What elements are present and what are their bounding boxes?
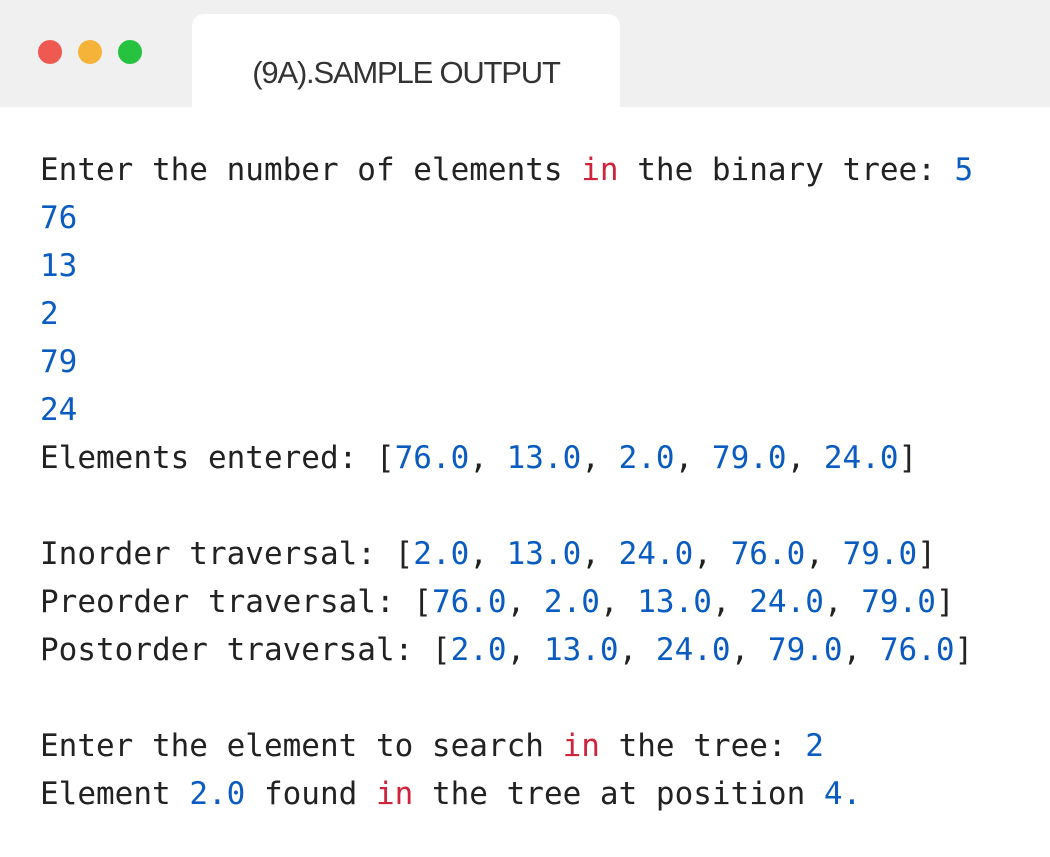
console-number: 76.0 (879, 632, 955, 668)
console-line: Enter the element to search in the tree:… (40, 722, 1030, 770)
console-number: 2.0 (450, 632, 507, 668)
console-number: 76 (40, 200, 78, 236)
console-text: Elements entered: [ (40, 440, 395, 476)
console-number: 13.0 (637, 584, 712, 620)
console-text: , (823, 584, 862, 620)
console-number: 24 (40, 392, 78, 428)
close-window-button[interactable] (38, 40, 62, 64)
console-text: Preorder traversal: [ (40, 584, 432, 620)
console-number: 79.0 (842, 536, 918, 572)
console-output: Enter the number of elements in the bina… (40, 146, 1030, 818)
console-keyword: in (562, 728, 600, 764)
console-text: , (711, 584, 750, 620)
console-text: Element (40, 776, 190, 812)
console-keyword: in (375, 776, 414, 812)
tab-sample-output[interactable]: (9A).SAMPLE OUTPUT (192, 14, 620, 107)
console-text: ] (954, 632, 974, 668)
maximize-window-button[interactable] (118, 40, 142, 64)
console-number: 76.0 (394, 440, 470, 476)
console-number: 76.0 (730, 536, 806, 572)
console-text: found (245, 776, 376, 812)
console-number: 79 (40, 344, 78, 380)
console-number: 79.0 (711, 440, 787, 476)
title-bar: (9A).SAMPLE OUTPUT (0, 0, 1050, 107)
console-number: 13 (40, 248, 78, 284)
tab-label: (9A).SAMPLE OUTPUT (252, 55, 561, 90)
console-text: Enter the element to search (40, 728, 563, 764)
console-line: 13 (40, 242, 1030, 290)
console-number: 2.0 (413, 536, 470, 572)
console-keyword: in (581, 152, 619, 188)
console-text: the tree: (599, 728, 806, 764)
console-number: 79.0 (861, 584, 936, 620)
console-number: 5 (954, 152, 974, 188)
console-line: 76 (40, 194, 1030, 242)
console-text: the tree at position (413, 776, 824, 812)
console-text: , (842, 632, 880, 668)
console-text: , (581, 536, 619, 572)
console-number: 2.0 (618, 440, 675, 476)
console-text: , (469, 440, 507, 476)
console-text: , (506, 632, 544, 668)
console-line: Elements entered: [76.0, 13.0, 2.0, 79.0… (40, 434, 1030, 482)
console-text: ] (898, 440, 918, 476)
console-line: Inorder traversal: [2.0, 13.0, 24.0, 76.… (40, 530, 1030, 578)
console-line: 2 (40, 290, 1030, 338)
console-number: 2 (40, 296, 59, 332)
console-text: ] (935, 584, 955, 620)
console-text: the binary tree: (618, 152, 955, 188)
console-line: 79 (40, 338, 1030, 386)
console-line: Element 2.0 found in the tree at positio… (40, 770, 1030, 818)
console-line: Postorder traversal: [2.0, 13.0, 24.0, 7… (40, 626, 1030, 674)
console-text: , (618, 632, 656, 668)
console-line: Preorder traversal: [76.0, 2.0, 13.0, 24… (40, 578, 1030, 626)
minimize-window-button[interactable] (78, 40, 102, 64)
console-text: Postorder traversal: [ (40, 632, 451, 668)
console-number: 13.0 (543, 632, 619, 668)
console-text: , (469, 536, 507, 572)
console-number: 2 (805, 728, 824, 764)
console-number: 13.0 (506, 536, 582, 572)
console-line: Enter the number of elements in the bina… (40, 146, 1030, 194)
console-number: 24.0 (823, 440, 899, 476)
console-number: 2.0 (189, 776, 246, 812)
console-text: , (786, 440, 824, 476)
console-number: 79.0 (767, 632, 843, 668)
console-number: 24.0 (655, 632, 731, 668)
console-number: 24.0 (618, 536, 694, 572)
console-text: Enter the number of elements (40, 152, 582, 188)
terminal-window: (9A).SAMPLE OUTPUT Enter the number of e… (0, 0, 1050, 857)
console-number: 24.0 (749, 584, 824, 620)
console-text: , (674, 440, 712, 476)
console-text: , (581, 440, 619, 476)
console-line: 24 (40, 386, 1030, 434)
console-text: ] (917, 536, 936, 572)
console-text: , (730, 632, 768, 668)
console-text: , (805, 536, 843, 572)
console-number: 76.0 (431, 584, 507, 620)
console-number: 2.0 (543, 584, 600, 620)
console-number: 13.0 (506, 440, 582, 476)
console-number: 4. (823, 776, 862, 812)
console-text: , (693, 536, 731, 572)
console-text: Inorder traversal: [ (40, 536, 414, 572)
console-text: , (506, 584, 544, 620)
console-text: , (599, 584, 638, 620)
